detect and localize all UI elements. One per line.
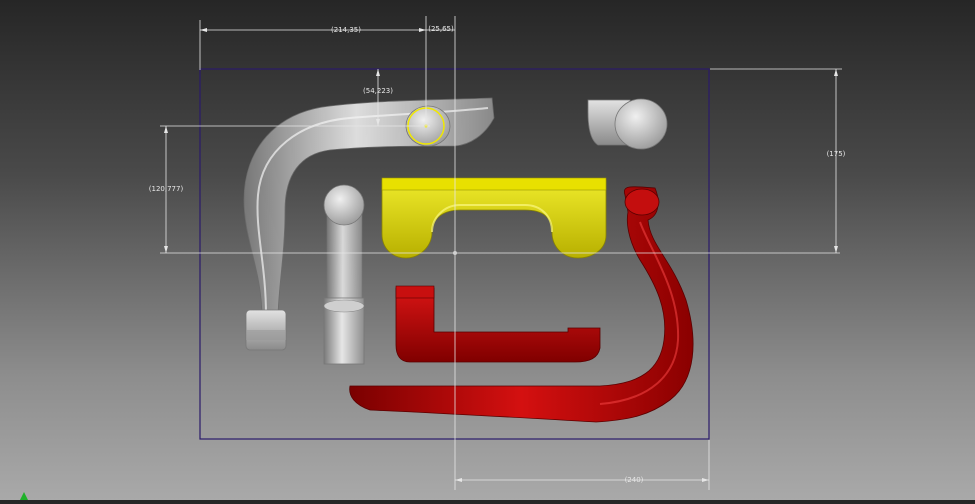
construction-lines xyxy=(160,16,842,490)
svg-text:(120,777): (120,777) xyxy=(149,185,184,193)
yellow-bracket[interactable] xyxy=(381,177,607,259)
red-l-rod[interactable] xyxy=(395,285,601,363)
axis-indicator-icon xyxy=(20,492,28,500)
dimension-right-height[interactable]: (175) xyxy=(827,69,846,253)
gray-pin-post[interactable] xyxy=(323,184,365,365)
svg-text:(214,35): (214,35) xyxy=(331,26,361,34)
dimension-bottom-width[interactable]: (240) xyxy=(455,476,709,484)
sketch-origin-point[interactable] xyxy=(453,251,457,255)
svg-text:(54,223): (54,223) xyxy=(363,87,393,95)
svg-text:(240): (240) xyxy=(625,476,644,484)
svg-text:(175): (175) xyxy=(827,150,846,158)
gray-handle-lever[interactable] xyxy=(243,97,495,351)
svg-text:(25,65): (25,65) xyxy=(428,25,454,33)
cad-3d-viewport[interactable]: (214,35) (25,65) (54,223) (120,777) (175… xyxy=(0,0,975,500)
dimension-top-offset[interactable]: (25,65) xyxy=(426,25,455,33)
dimension-top-width[interactable]: (214,35) xyxy=(200,26,426,34)
dimension-left-height[interactable]: (120,777) xyxy=(149,126,184,253)
gray-cylinder-cap[interactable] xyxy=(587,98,668,150)
